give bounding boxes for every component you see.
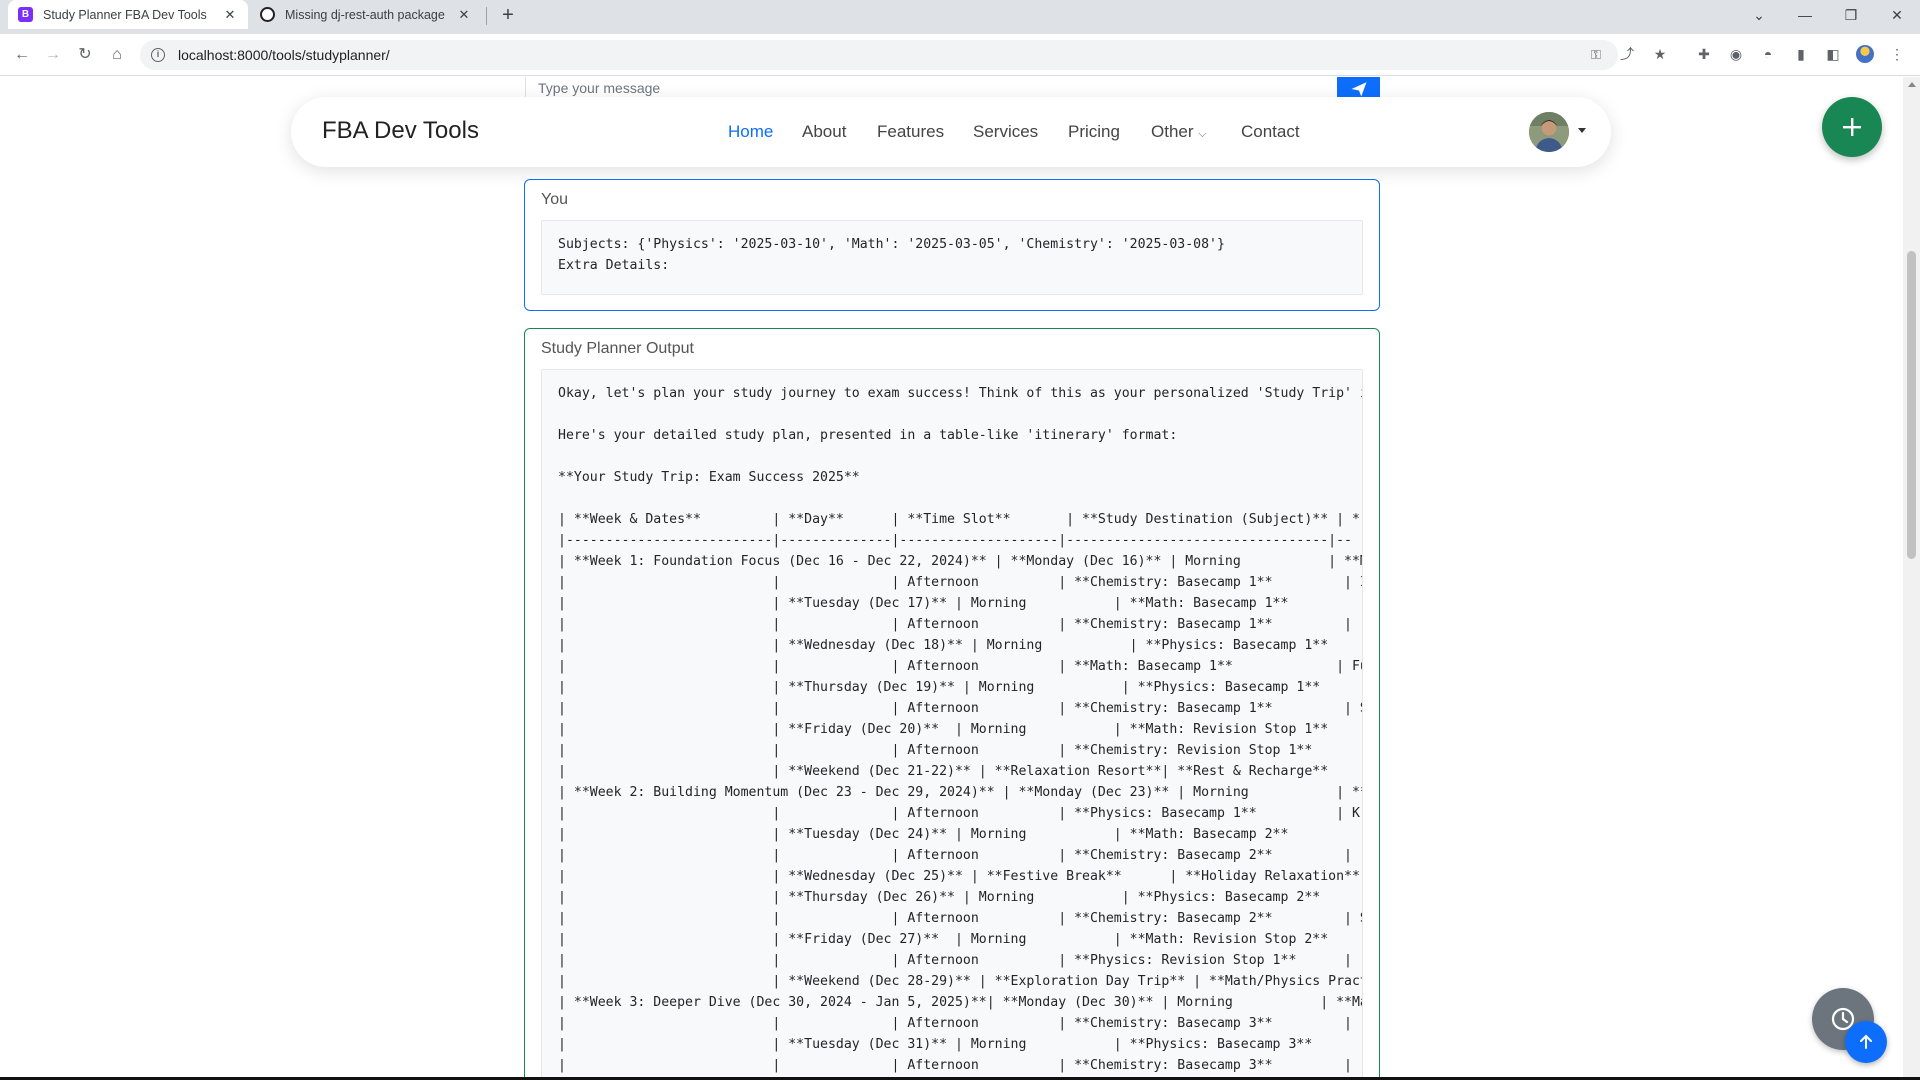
nav-link-services[interactable]: Services bbox=[973, 122, 1038, 142]
output-text-box[interactable]: Okay, let's plan your study journey to e… bbox=[541, 369, 1363, 1080]
home-button[interactable]: ⌂ bbox=[105, 43, 129, 67]
study-planner-output-card: Study Planner Output Okay, let's plan yo… bbox=[524, 328, 1380, 1080]
extension-circle-icon[interactable]: ◉ bbox=[1727, 45, 1745, 63]
page-scrollbar[interactable] bbox=[1903, 77, 1920, 1080]
back-button[interactable]: ← bbox=[10, 43, 34, 67]
side-panel-icon[interactable]: ◧ bbox=[1824, 45, 1842, 63]
forward-button[interactable]: → bbox=[41, 43, 65, 67]
user-message-text: Subjects: {'Physics': '2025-03-10', 'Mat… bbox=[558, 237, 1225, 273]
user-message-card: You Subjects: {'Physics': '2025-03-10', … bbox=[524, 179, 1380, 311]
minimize-button[interactable]: — bbox=[1782, 0, 1828, 30]
browser-toolbar: ← → ↻ ⌂ i localhost:8000/tools/studyplan… bbox=[0, 34, 1920, 76]
browser-tab-missing-package[interactable]: Missing dj-rest-auth package ✕ bbox=[250, 0, 482, 29]
page-viewport: Type your message FBA Dev Tools Home Abo… bbox=[0, 77, 1920, 1080]
main-navbar: FBA Dev Tools Home About Features Servic… bbox=[291, 97, 1611, 167]
message-input-placeholder: Type your message bbox=[538, 80, 661, 96]
tab-title: Study Planner FBA Dev Tools bbox=[43, 7, 207, 22]
caret-down-icon[interactable] bbox=[1578, 128, 1586, 133]
chevron-down-icon: ⌵ bbox=[1198, 128, 1207, 140]
plus-icon bbox=[1843, 118, 1861, 136]
bookmark-icon[interactable]: ★ bbox=[1651, 45, 1669, 63]
nav-link-features[interactable]: Features bbox=[877, 122, 944, 142]
user-message-title: You bbox=[541, 191, 568, 208]
output-card-title: Study Planner Output bbox=[541, 340, 694, 357]
reload-button[interactable]: ↻ bbox=[73, 43, 97, 67]
openai-favicon-icon bbox=[260, 7, 275, 22]
tab-separator bbox=[486, 7, 487, 25]
extension-puzzle-icon[interactable]: ✚ bbox=[1695, 45, 1713, 63]
scrollbar-thumb[interactable] bbox=[1907, 251, 1916, 559]
address-bar[interactable]: i localhost:8000/tools/studyplanner/ ⚿ bbox=[140, 40, 1618, 70]
nav-dropdown-other[interactable]: Other ⌵ bbox=[1151, 122, 1207, 142]
kebab-menu-icon[interactable]: ⋮ bbox=[1888, 45, 1906, 63]
key-icon[interactable]: ⚿ bbox=[1587, 46, 1605, 64]
avatar-photo bbox=[1529, 112, 1569, 152]
arrow-up-icon bbox=[1860, 1034, 1872, 1049]
incognito-icon[interactable]: ◓ bbox=[1759, 45, 1777, 63]
url-text: localhost:8000/tools/studyplanner/ bbox=[178, 47, 390, 63]
nav-link-about[interactable]: About bbox=[802, 122, 846, 142]
brand-logo-text[interactable]: FBA Dev Tools bbox=[322, 117, 479, 145]
browser-profile-icon[interactable] bbox=[1856, 45, 1874, 63]
close-icon[interactable]: ✕ bbox=[222, 7, 238, 23]
tab-title: Missing dj-rest-auth package bbox=[285, 7, 445, 22]
nav-link-contact[interactable]: Contact bbox=[1241, 122, 1300, 142]
user-avatar[interactable] bbox=[1529, 112, 1569, 152]
new-tab-button[interactable]: + bbox=[495, 3, 521, 27]
browser-tab-strip: B Study Planner FBA Dev Tools ✕ Missing … bbox=[0, 0, 1920, 34]
scroll-up-arrow-icon[interactable] bbox=[1908, 82, 1916, 87]
reading-list-icon[interactable]: ▮ bbox=[1792, 45, 1810, 63]
browser-tab-study-planner[interactable]: B Study Planner FBA Dev Tools ✕ bbox=[8, 0, 248, 29]
new-chat-button[interactable] bbox=[1822, 97, 1882, 157]
back-to-top-button[interactable] bbox=[1845, 1021, 1887, 1063]
user-message-box: Subjects: {'Physics': '2025-03-10', 'Mat… bbox=[541, 220, 1363, 295]
site-info-icon[interactable]: i bbox=[151, 48, 165, 62]
close-window-button[interactable]: ✕ bbox=[1874, 0, 1920, 30]
nav-link-other: Other bbox=[1151, 122, 1194, 141]
share-icon[interactable]: ⤴ bbox=[1618, 45, 1636, 63]
study-plan-text: Okay, let's plan your study journey to e… bbox=[558, 386, 1362, 1073]
nav-link-home[interactable]: Home bbox=[728, 122, 773, 142]
tab-search-chevron-icon[interactable]: ⌄ bbox=[1736, 0, 1782, 30]
nav-link-pricing[interactable]: Pricing bbox=[1068, 122, 1120, 142]
send-icon bbox=[1351, 82, 1366, 97]
restore-button[interactable]: ❐ bbox=[1828, 0, 1874, 30]
bootstrap-favicon-icon: B bbox=[18, 7, 33, 22]
close-icon[interactable]: ✕ bbox=[456, 7, 472, 23]
